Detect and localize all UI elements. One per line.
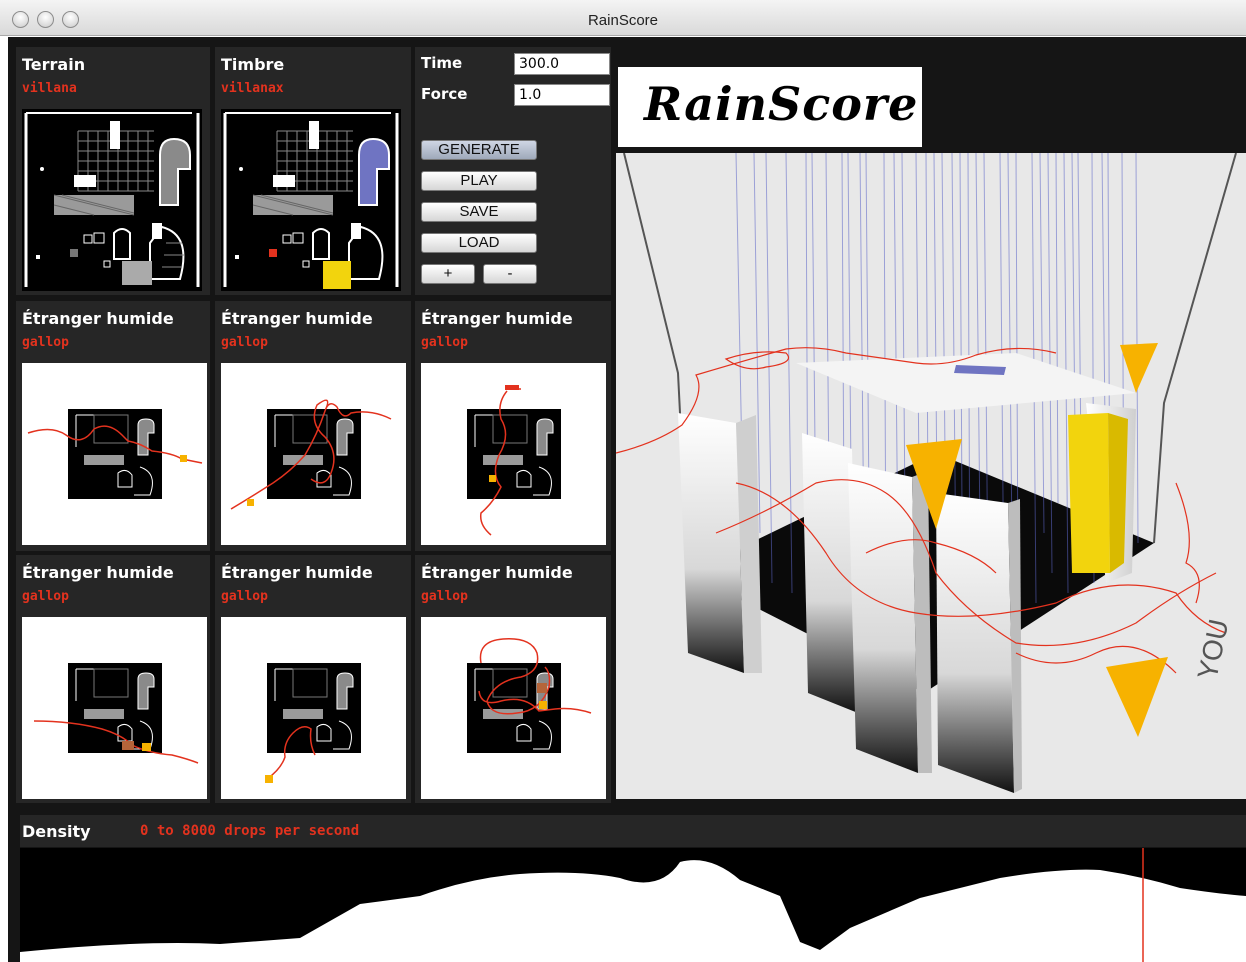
density-label: Density — [22, 822, 91, 841]
terrain-floorplan[interactable] — [22, 109, 202, 291]
walker-title: Étranger humide — [221, 309, 373, 328]
walker-panel: Étranger humide gallop — [215, 301, 411, 551]
walker-style: gallop — [22, 335, 69, 350]
walker-style: gallop — [421, 589, 468, 604]
walker-title: Étranger humide — [22, 309, 174, 328]
density-range: 0 to 8000 drops per second — [140, 823, 360, 839]
time-input[interactable] — [514, 53, 610, 75]
walker-title: Étranger humide — [421, 309, 573, 328]
terrain-title: Terrain — [22, 55, 86, 74]
controls-panel: Time Force GENERATE PLAY SAVE LOAD + - — [415, 47, 611, 295]
walker-path-preview[interactable] — [22, 363, 207, 545]
walker-path-preview[interactable] — [22, 617, 207, 799]
zoom-out-button[interactable]: - — [483, 264, 537, 284]
walker-title: Étranger humide — [421, 563, 573, 582]
density-header: Density 0 to 8000 drops per second — [20, 815, 1246, 847]
walker-path-preview[interactable] — [421, 617, 606, 799]
force-label: Force — [421, 85, 468, 103]
time-label: Time — [421, 54, 463, 72]
walker-style: gallop — [421, 335, 468, 350]
timbre-floorplan[interactable] — [221, 109, 401, 291]
terrain-panel: Terrain villana — [16, 47, 210, 295]
walker-panel: Étranger humide gallop — [415, 555, 611, 803]
density-plot[interactable] — [20, 848, 1246, 962]
walker-title: Étranger humide — [221, 563, 373, 582]
window-titlebar: RainScore — [0, 0, 1246, 36]
walker-style: gallop — [22, 589, 69, 604]
walker-path-preview[interactable] — [221, 363, 406, 545]
walker-title: Étranger humide — [22, 563, 174, 582]
logo-text: RainScore — [644, 77, 919, 131]
timbre-title: Timbre — [221, 55, 285, 74]
window-title: RainScore — [587, 12, 659, 29]
walker-panel: Étranger humide gallop — [415, 301, 611, 551]
timbre-name: villanax — [221, 81, 284, 96]
walker-panel: Étranger humide gallop — [16, 555, 210, 803]
rain-3d-viewport[interactable]: YOU — [616, 153, 1246, 799]
rainscore-logo: RainScore — [618, 67, 922, 147]
force-input[interactable] — [514, 84, 610, 106]
zoom-in-button[interactable]: + — [421, 264, 475, 284]
load-button[interactable]: LOAD — [421, 233, 537, 253]
terrain-name: villana — [22, 81, 77, 96]
walker-style: gallop — [221, 335, 268, 350]
walker-style: gallop — [221, 589, 268, 604]
generate-button[interactable]: GENERATE — [421, 140, 537, 160]
walker-panel: Étranger humide gallop — [16, 301, 210, 551]
walker-path-preview[interactable] — [221, 617, 406, 799]
walker-path-preview[interactable] — [421, 363, 606, 545]
play-button[interactable]: PLAY — [421, 171, 537, 191]
timbre-panel: Timbre villanax — [215, 47, 411, 295]
save-button[interactable]: SAVE — [421, 202, 537, 222]
walker-panel: Étranger humide gallop — [215, 555, 411, 803]
app-body: Terrain villana Timbre villanax Time 300… — [8, 37, 1246, 962]
